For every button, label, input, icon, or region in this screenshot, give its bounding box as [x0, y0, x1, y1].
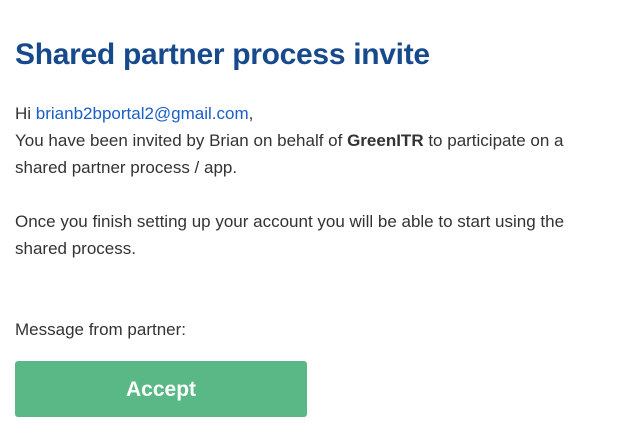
page-title: Shared partner process invite: [15, 38, 430, 71]
accept-button[interactable]: Accept: [15, 361, 307, 417]
greeting-prefix: Hi: [15, 104, 36, 123]
setup-note: Once you finish setting up your account …: [15, 212, 565, 258]
invite-message: You have been invited by Brian on behalf…: [15, 127, 615, 181]
recipient-email-link[interactable]: brianb2bportal2@gmail.com: [36, 104, 249, 123]
greeting-suffix: ,: [248, 104, 254, 123]
partner-message-label: Message from partner:: [15, 320, 187, 339]
company-name: GreenITR: [347, 131, 424, 150]
email-body: Hi brianb2bportal2@gmail.com, You have b…: [15, 100, 615, 262]
invite-text-before: You have been invited by Brian on behalf…: [15, 131, 348, 150]
greeting-line: Hi brianb2bportal2@gmail.com,: [15, 100, 615, 127]
